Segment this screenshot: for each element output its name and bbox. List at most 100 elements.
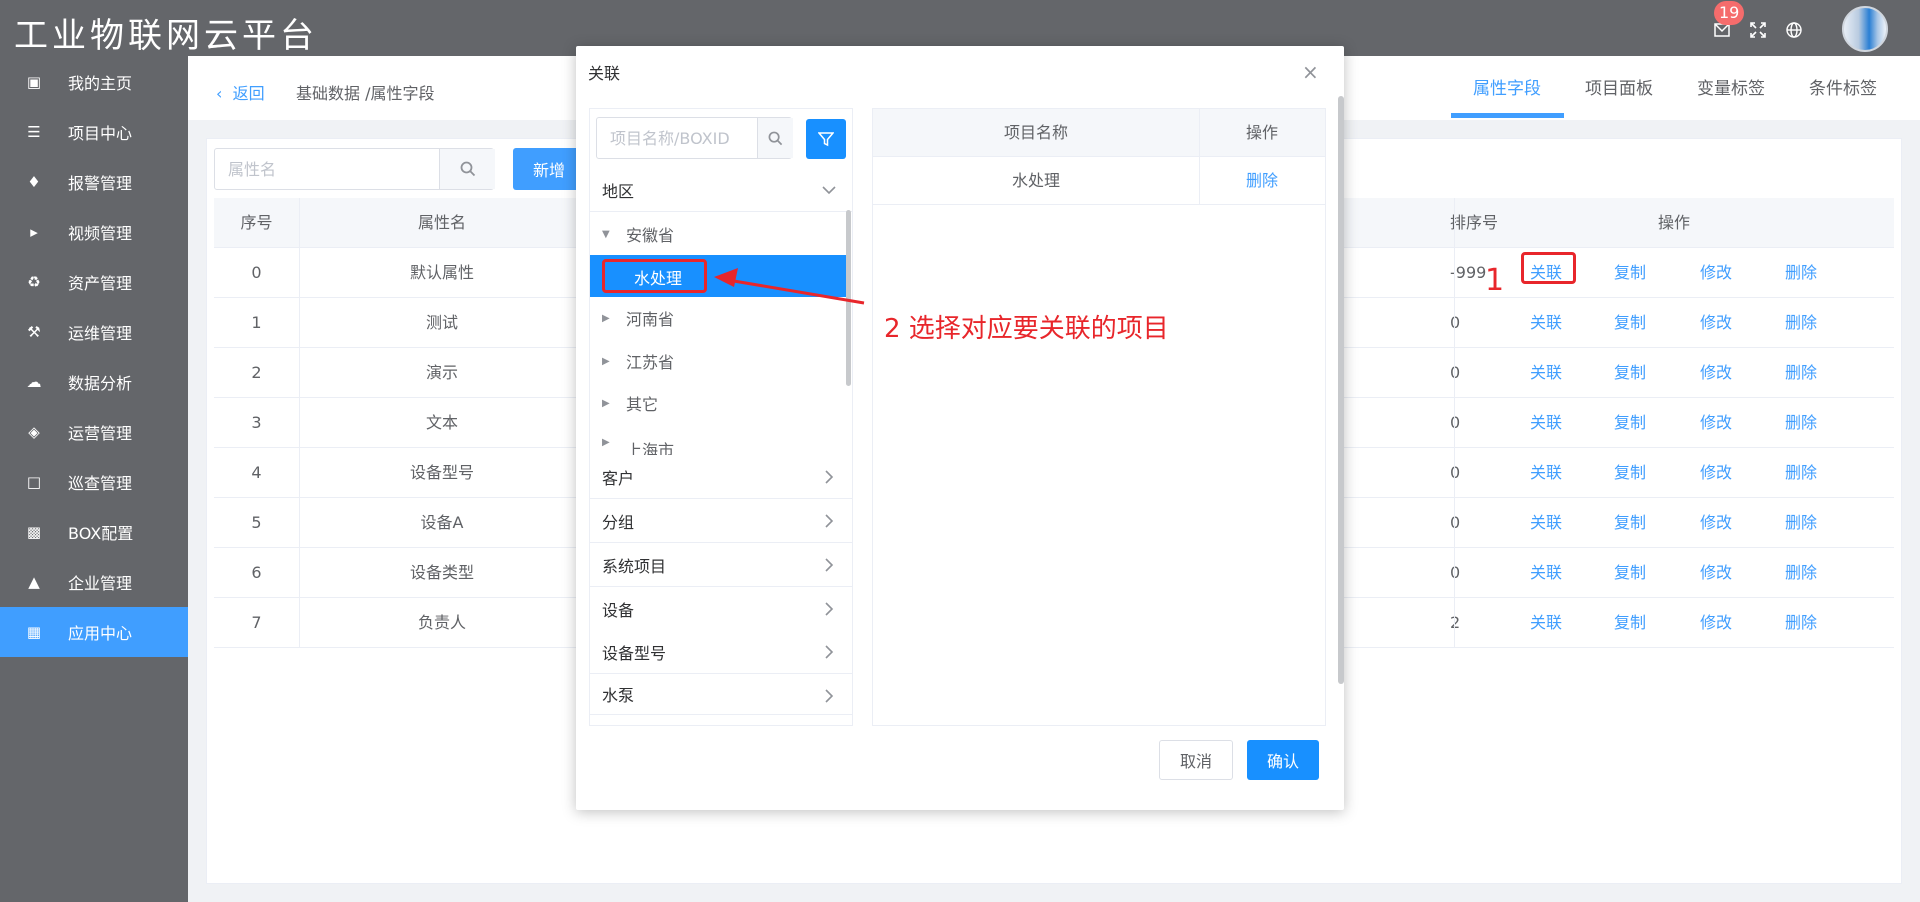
- sidebar-item-label: 视频管理: [68, 224, 133, 243]
- tree-node-shanghai[interactable]: ▶ 上海市: [590, 425, 846, 455]
- edit-link[interactable]: 修改: [1700, 498, 1732, 548]
- table-row: 水处理 删除: [873, 157, 1325, 205]
- tree-node-anhui[interactable]: ▼ 安徽省: [590, 213, 846, 255]
- search-button[interactable]: [439, 149, 495, 189]
- tab-condition-tags[interactable]: 条件标签: [1809, 74, 1877, 99]
- associate-link[interactable]: 关联: [1530, 298, 1562, 348]
- tab-project-panel[interactable]: 项目面板: [1585, 74, 1653, 99]
- dialog-scrollbar[interactable]: [1338, 96, 1344, 684]
- caret-down-icon: ▼: [602, 228, 610, 240]
- delete-link[interactable]: 删除: [1785, 498, 1817, 548]
- sidebar-item-enterprise[interactable]: ▲ 企业管理: [0, 557, 188, 607]
- copy-link[interactable]: 复制: [1614, 398, 1646, 448]
- row-index: 1: [251, 313, 262, 332]
- tab-attribute-fields[interactable]: 属性字段: [1473, 74, 1541, 99]
- tree-node-henan[interactable]: ▶ 河南省: [590, 297, 846, 339]
- row-index: 6: [251, 563, 262, 582]
- section-region[interactable]: 地区: [590, 168, 852, 212]
- sidebar-item-label: 我的主页: [68, 74, 133, 93]
- sidebar-item-operations[interactable]: ◈ 运营管理: [0, 407, 188, 457]
- globe-icon[interactable]: [1784, 20, 1804, 40]
- sidebar-item-maintenance[interactable]: ⚒ 运维管理: [0, 307, 188, 357]
- sidebar-item-alarms[interactable]: ♦ 报警管理: [0, 157, 188, 207]
- column-header: 操作: [1245, 123, 1278, 142]
- selected-project-name: 水处理: [1011, 171, 1060, 190]
- sidebar-item-app-center[interactable]: ▦ 应用中心: [0, 607, 188, 657]
- copy-link[interactable]: 复制: [1614, 548, 1646, 598]
- section-label: 系统项目: [602, 556, 667, 576]
- associate-link[interactable]: 关联: [1530, 498, 1562, 548]
- tree-node-jiangsu[interactable]: ▶ 江苏省: [590, 340, 846, 382]
- associate-link[interactable]: 关联: [1530, 598, 1562, 648]
- chevron-right-icon: [825, 470, 834, 484]
- section-device[interactable]: 设备: [590, 587, 852, 631]
- remove-link[interactable]: 删除: [1199, 157, 1325, 205]
- delete-link[interactable]: 删除: [1785, 348, 1817, 398]
- edit-link[interactable]: 修改: [1700, 298, 1732, 348]
- step-1-annotation: 1: [1485, 263, 1505, 298]
- org-chart-icon: ▲: [28, 573, 40, 591]
- row-attribute-name: 默认属性: [409, 263, 474, 282]
- video-camera-icon: ▸: [30, 223, 38, 241]
- sidebar-item-assets[interactable]: ♻ 资产管理: [0, 257, 188, 307]
- copy-link[interactable]: 复制: [1614, 498, 1646, 548]
- sidebar-item-label: 数据分析: [68, 374, 133, 393]
- cubes-icon: ◈: [28, 423, 40, 441]
- caret-right-icon: ▶: [602, 437, 610, 448]
- bell-icon: ♦: [27, 173, 41, 191]
- edit-link[interactable]: 修改: [1700, 348, 1732, 398]
- delete-link[interactable]: 删除: [1785, 248, 1817, 298]
- delete-link[interactable]: 删除: [1785, 548, 1817, 598]
- selection-highlight-frame: [602, 259, 707, 293]
- edit-link[interactable]: 修改: [1700, 448, 1732, 498]
- edit-link[interactable]: 修改: [1700, 598, 1732, 648]
- associate-link[interactable]: 关联: [1530, 448, 1562, 498]
- tree-scrollbar[interactable]: [846, 210, 851, 386]
- wrench-icon: ⚒: [27, 323, 41, 341]
- caret-right-icon: ▶: [602, 312, 610, 324]
- section-system-project[interactable]: 系统项目: [590, 543, 852, 587]
- delete-link[interactable]: 删除: [1785, 598, 1817, 648]
- edit-link[interactable]: 修改: [1700, 548, 1732, 598]
- sidebar-item-home[interactable]: ▣ 我的主页: [0, 57, 188, 107]
- associate-link[interactable]: 关联: [1530, 348, 1562, 398]
- sidebar-item-inspection[interactable]: □ 巡查管理: [0, 457, 188, 507]
- section-label: 地区: [602, 181, 635, 201]
- tab-variable-tags[interactable]: 变量标签: [1697, 74, 1765, 99]
- sidebar-item-box-config[interactable]: ▩ BOX配置: [0, 507, 188, 557]
- sidebar-item-analytics[interactable]: ☁ 数据分析: [0, 357, 188, 407]
- project-search-button[interactable]: [757, 118, 793, 158]
- associate-link[interactable]: 关联: [1530, 548, 1562, 598]
- confirm-button[interactable]: 确认: [1247, 740, 1319, 780]
- copy-link[interactable]: 复制: [1614, 598, 1646, 648]
- filter-button[interactable]: [806, 119, 846, 159]
- close-icon[interactable]: ×: [1302, 60, 1319, 84]
- caret-right-icon: ▶: [602, 397, 610, 409]
- sidebar-item-projects[interactable]: ☰ 项目中心: [0, 107, 188, 157]
- tree-node-other[interactable]: ▶ 其它: [590, 382, 846, 424]
- sidebar-item-label: 企业管理: [68, 574, 133, 593]
- cancel-button[interactable]: 取消: [1159, 740, 1233, 780]
- copy-link[interactable]: 复制: [1614, 348, 1646, 398]
- section-device-model[interactable]: 设备型号: [590, 630, 852, 674]
- edit-link[interactable]: 修改: [1700, 398, 1732, 448]
- associate-link[interactable]: 关联: [1530, 398, 1562, 448]
- section-customer[interactable]: 客户: [590, 455, 852, 499]
- copy-link[interactable]: 复制: [1614, 298, 1646, 348]
- section-group[interactable]: 分组: [590, 499, 852, 543]
- copy-link[interactable]: 复制: [1614, 448, 1646, 498]
- attribute-search-input[interactable]: [216, 150, 438, 188]
- column-header: 序号: [240, 213, 273, 232]
- delete-link[interactable]: 删除: [1785, 298, 1817, 348]
- section-water-pump[interactable]: 水泵: [590, 674, 852, 715]
- edit-link[interactable]: 修改: [1700, 248, 1732, 298]
- sidebar-item-video[interactable]: ▸ 视频管理: [0, 207, 188, 257]
- back-link[interactable]: ‹ 返回: [216, 80, 265, 104]
- project-search-input[interactable]: [598, 119, 754, 157]
- delete-link[interactable]: 删除: [1785, 448, 1817, 498]
- avatar[interactable]: [1842, 6, 1888, 52]
- fullscreen-icon[interactable]: [1748, 20, 1768, 40]
- copy-link[interactable]: 复制: [1614, 248, 1646, 298]
- back-label: 返回: [232, 84, 265, 103]
- delete-link[interactable]: 删除: [1785, 398, 1817, 448]
